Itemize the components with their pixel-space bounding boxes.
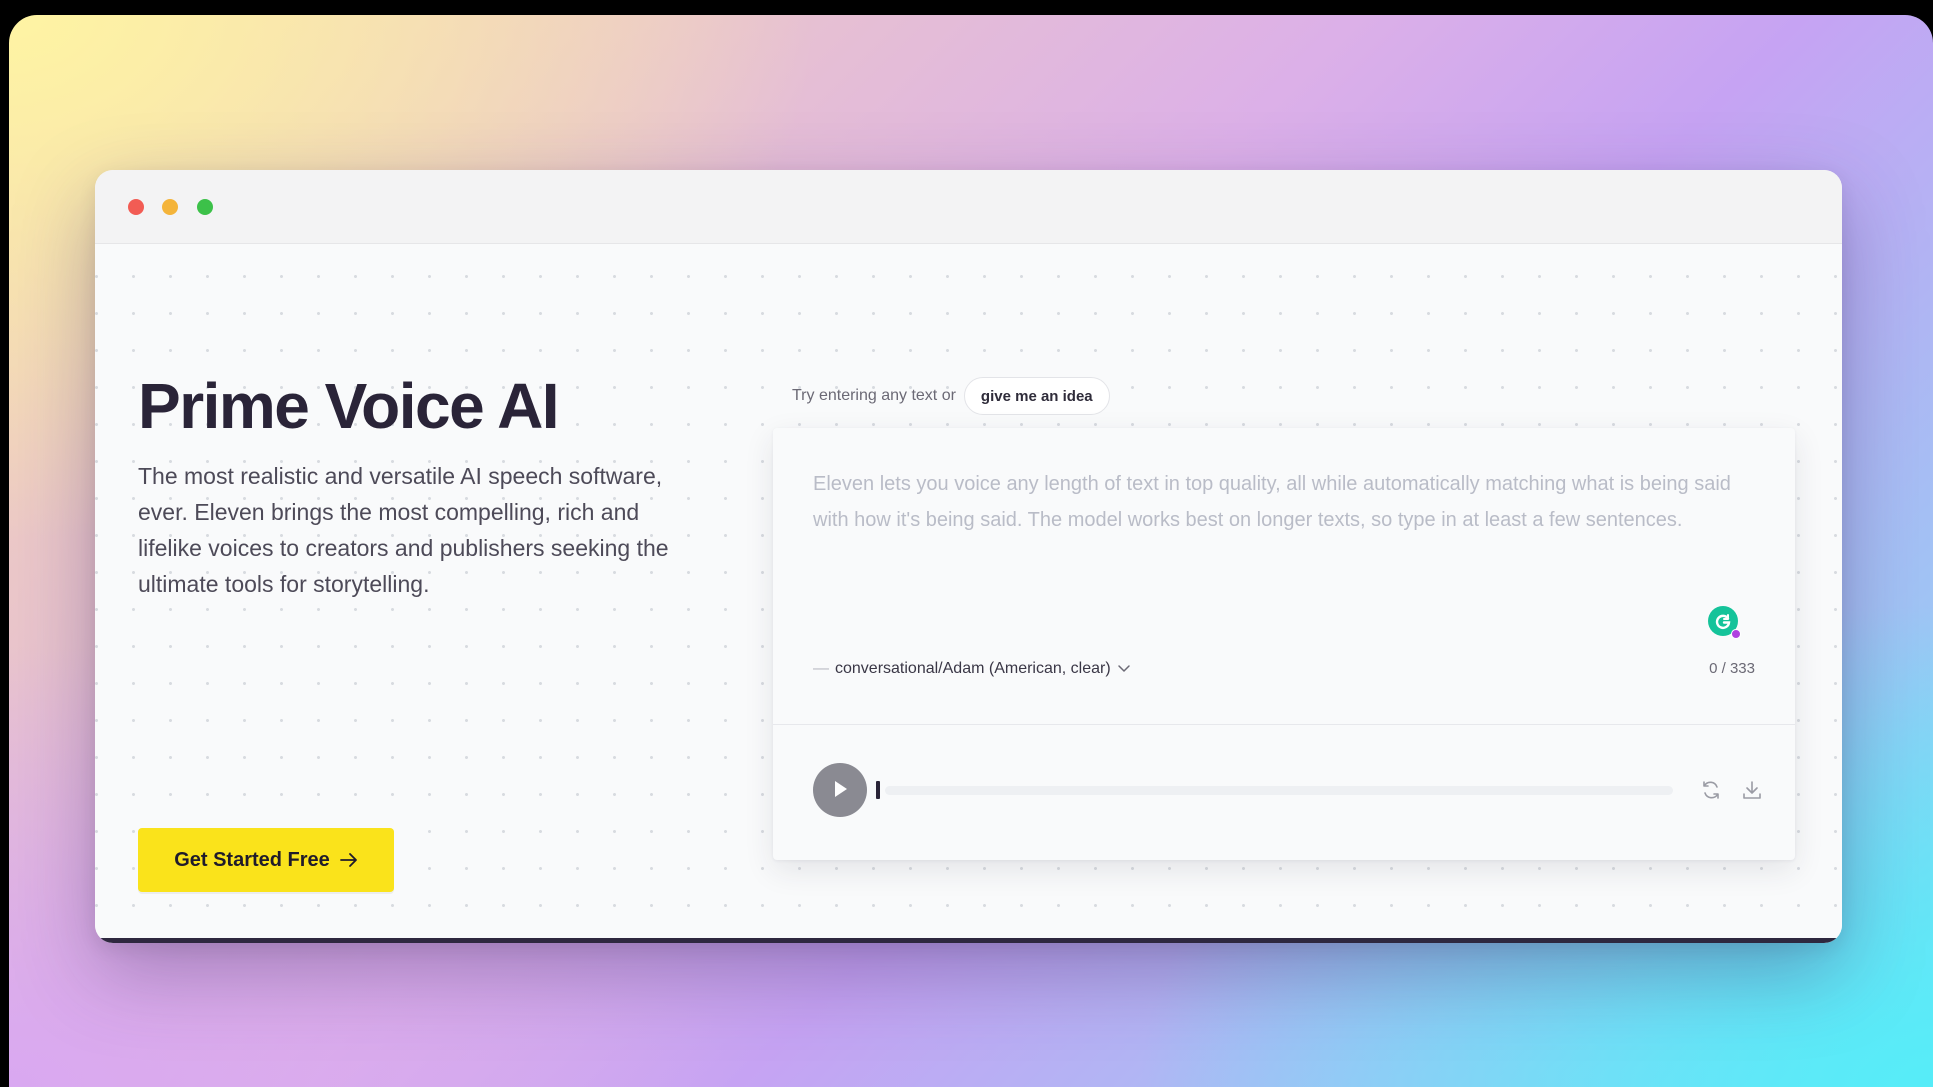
browser-window: Prime Voice AI The most realistic and ve… — [95, 170, 1842, 943]
window-titlebar — [95, 170, 1842, 244]
character-counter: 0 / 333 — [1709, 660, 1755, 677]
play-button[interactable] — [813, 763, 867, 817]
text-input[interactable]: Eleven lets you voice any length of text… — [813, 466, 1763, 538]
page-content: Prime Voice AI The most realistic and ve… — [95, 244, 1842, 943]
voice-dash: — — [813, 660, 829, 677]
get-started-button[interactable]: Get Started Free — [138, 828, 394, 892]
prompt-text: Try entering any text or — [792, 387, 956, 404]
prompt-row: Try entering any text or give me an idea — [792, 376, 1110, 416]
voice-label: conversational/Adam (American, clear) — [835, 660, 1111, 677]
page-title: Prime Voice AI — [138, 370, 560, 442]
grammarly-icon[interactable] — [1708, 606, 1741, 639]
maximize-window-button[interactable] — [197, 199, 213, 215]
playhead[interactable] — [876, 781, 880, 799]
minimize-window-button[interactable] — [162, 199, 178, 215]
tts-demo-card: Eleven lets you voice any length of text… — [773, 428, 1795, 860]
card-divider — [773, 724, 1795, 725]
dark-band — [95, 938, 1842, 943]
play-icon — [831, 779, 849, 802]
close-window-button[interactable] — [128, 199, 144, 215]
download-icon[interactable] — [1738, 776, 1766, 804]
arrow-right-icon — [339, 852, 358, 868]
refresh-icon[interactable] — [1697, 776, 1725, 804]
audio-progress-track[interactable] — [885, 786, 1673, 795]
get-started-label: Get Started Free — [174, 848, 330, 871]
chevron-down-icon — [1117, 660, 1131, 678]
give-idea-button[interactable]: give me an idea — [963, 377, 1110, 415]
hero-description: The most realistic and versatile AI spee… — [138, 463, 669, 597]
grammarly-status-dot — [1731, 629, 1741, 639]
voice-select[interactable]: — conversational/Adam (American, clear) — [813, 656, 1131, 682]
